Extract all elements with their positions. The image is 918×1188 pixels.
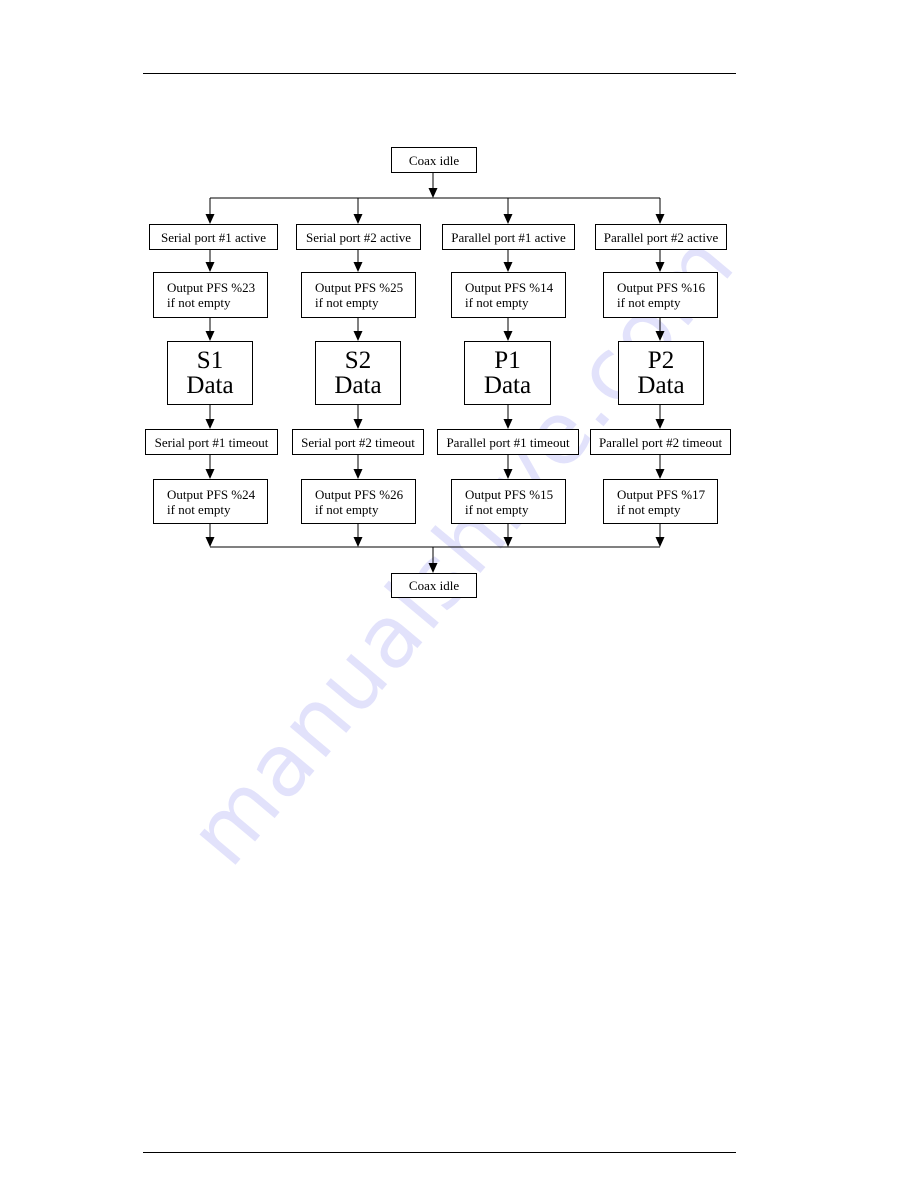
- arrowhead-icon: [353, 214, 363, 224]
- node-serial-port-2-timeout: Serial port #2 timeout: [292, 429, 424, 455]
- node-output-pfs-25: Output PFS %25 if not empty: [301, 272, 416, 318]
- arrowhead-icon: [205, 469, 215, 479]
- node-serial-port-1-active: Serial port #1 active: [149, 224, 278, 250]
- arrowhead-icon: [353, 469, 363, 479]
- output-line: Output PFS %16: [617, 280, 706, 295]
- node-s2-data: S2 Data: [315, 341, 401, 405]
- arrowhead-icon: [655, 419, 665, 429]
- node-output-pfs-17: Output PFS %17 if not empty: [603, 479, 718, 524]
- output-line: if not empty: [315, 295, 379, 310]
- flowchart: Coax idle Serial port #1 active Output P…: [0, 0, 918, 700]
- arrowhead-icon: [428, 563, 438, 573]
- arrowhead-icon: [503, 419, 513, 429]
- arrowhead-icon: [353, 262, 363, 272]
- output-line: if not empty: [465, 295, 529, 310]
- arrowhead-icon: [655, 331, 665, 341]
- arrowhead-icon: [205, 262, 215, 272]
- data-id: P2: [647, 347, 675, 374]
- arrowhead-icon: [205, 214, 215, 224]
- arrowhead-icon: [503, 262, 513, 272]
- data-label: Data: [334, 372, 382, 399]
- node-p2-data: P2 Data: [618, 341, 704, 405]
- output-line: Output PFS %15: [465, 486, 554, 502]
- data-id: S2: [344, 347, 372, 374]
- arrowhead-icon: [503, 469, 513, 479]
- arrowhead-icon: [353, 331, 363, 341]
- data-label: Data: [186, 372, 234, 399]
- arrowhead-icon: [205, 537, 215, 547]
- node-output-pfs-26: Output PFS %26 if not empty: [301, 479, 416, 524]
- arrowhead-icon: [655, 537, 665, 547]
- arrowhead-icon: [428, 188, 438, 198]
- arrowhead-icon: [503, 331, 513, 341]
- node-p1-data: P1 Data: [464, 341, 551, 405]
- arrowhead-icon: [655, 214, 665, 224]
- output-line: if not empty: [617, 501, 681, 517]
- node-parallel-port-2-timeout: Parallel port #2 timeout: [590, 429, 731, 455]
- end-node-coax-idle: Coax idle: [391, 573, 477, 598]
- data-id: P1: [494, 347, 521, 374]
- output-line: if not empty: [167, 295, 231, 310]
- start-node-coax-idle: Coax idle: [391, 147, 477, 173]
- data-id: S1: [196, 347, 224, 374]
- arrowhead-icon: [205, 419, 215, 429]
- data-label: Data: [637, 372, 685, 399]
- node-output-pfs-16: Output PFS %16 if not empty: [603, 272, 718, 318]
- output-line: Output PFS %26: [315, 486, 404, 502]
- node-parallel-port-2-active: Parallel port #2 active: [595, 224, 727, 250]
- output-line: if not empty: [465, 501, 529, 517]
- node-output-pfs-23: Output PFS %23 if not empty: [153, 272, 268, 318]
- data-label: Data: [483, 372, 532, 399]
- output-line: Output PFS %23: [167, 280, 256, 295]
- arrowhead-icon: [655, 262, 665, 272]
- node-serial-port-2-active: Serial port #2 active: [296, 224, 421, 250]
- node-parallel-port-1-timeout: Parallel port #1 timeout: [437, 429, 579, 455]
- footer-rule: [143, 1152, 736, 1153]
- arrowhead-icon: [205, 331, 215, 341]
- output-line: Output PFS %17: [617, 486, 706, 502]
- output-line: if not empty: [315, 501, 379, 517]
- arrowhead-icon: [503, 214, 513, 224]
- output-line: Output PFS %25: [315, 280, 404, 295]
- node-serial-port-1-timeout: Serial port #1 timeout: [145, 429, 278, 455]
- output-line: Output PFS %24: [167, 486, 256, 502]
- node-output-pfs-14: Output PFS %14 if not empty: [451, 272, 566, 318]
- output-line: if not empty: [617, 295, 681, 310]
- output-line: Output PFS %14: [465, 280, 554, 295]
- arrowhead-icon: [655, 469, 665, 479]
- node-parallel-port-1-active: Parallel port #1 active: [442, 224, 575, 250]
- node-s1-data: S1 Data: [167, 341, 253, 405]
- arrowhead-icon: [503, 537, 513, 547]
- arrowhead-icon: [353, 419, 363, 429]
- output-line: if not empty: [167, 501, 231, 517]
- node-output-pfs-15: Output PFS %15 if not empty: [451, 479, 566, 524]
- node-output-pfs-24: Output PFS %24 if not empty: [153, 479, 268, 524]
- arrowhead-icon: [353, 537, 363, 547]
